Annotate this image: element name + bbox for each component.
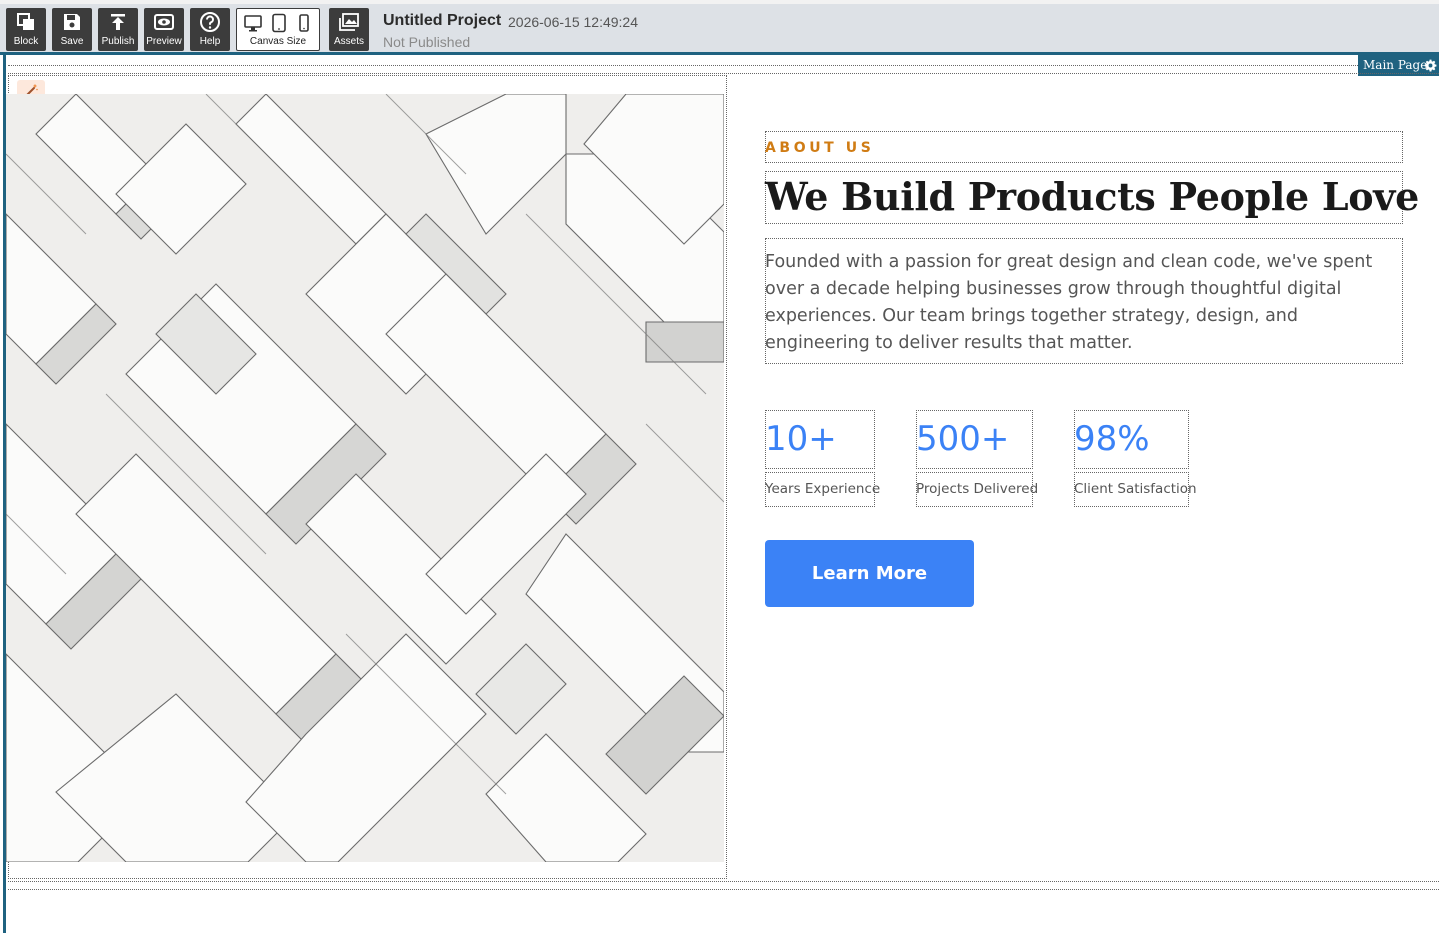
canvas-frame-top [0,52,1439,55]
assets-button[interactable]: Assets [329,8,369,51]
block-label: Block [13,36,39,47]
main-page-label: Main Page [1363,58,1428,72]
section-outline-top [8,65,1358,66]
about-paragraph: Founded with a passion for great design … [765,252,1373,353]
preview-icon [144,8,184,36]
stat-label: Years Experience [765,481,881,497]
canvas-size-control: Canvas Size [236,8,320,51]
about-hero-image [6,94,724,862]
stat-label: Projects Delivered [916,481,1039,497]
publish-button[interactable]: Publish [98,8,138,51]
row-outline-bottom [8,881,1439,882]
save-label: Save [60,36,84,47]
row-outline-top [8,73,1439,74]
help-label: Help [199,36,221,47]
assets-label: Assets [333,36,364,47]
stat-label: Client Satisfaction [1074,481,1197,497]
assets-icon [329,8,369,36]
save-icon [52,8,92,36]
block-button[interactable]: Block [6,8,46,51]
stat-value: 98% [1074,419,1150,459]
canvas-size-label: Canvas Size [249,36,307,47]
preview-button[interactable]: Preview [144,8,184,51]
preview-label: Preview [146,36,182,47]
publish-icon [98,8,138,36]
save-button[interactable]: Save [52,8,92,51]
learn-more-button[interactable]: Learn More [765,540,974,607]
help-icon [190,8,230,36]
about-headline: We Build Products People Love [765,174,1419,219]
stat-value: 10+ [765,419,837,459]
stat-value: 500+ [916,419,1010,459]
help-button[interactable]: Help [190,8,230,51]
project-timestamp: 2026-06-15 12:49:24 [508,14,638,30]
project-title: Untitled Project [383,12,502,29]
section-outline-bottom [8,889,1439,890]
publish-status: Not Published [383,34,471,50]
editor-toolbar: Block Save Publish Preview Help Canvas S… [0,0,1439,52]
desktop-icon[interactable] [243,13,263,38]
tablet-icon[interactable] [270,13,288,38]
publish-label: Publish [101,36,135,47]
mobile-icon[interactable] [296,13,312,38]
about-eyebrow: ABOUT US [765,140,875,156]
block-icon [6,8,46,36]
